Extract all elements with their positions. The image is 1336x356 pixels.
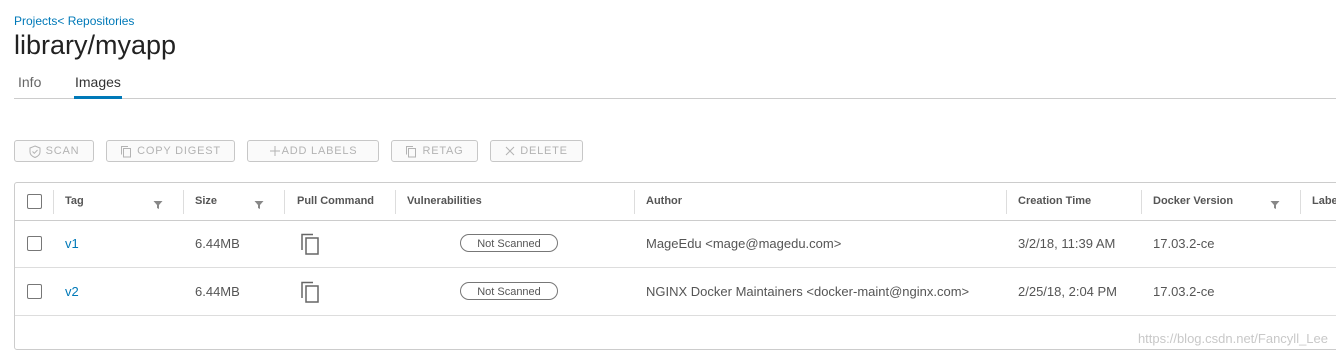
vulnerability-status-badge: Not Scanned	[460, 234, 558, 252]
column-divider	[284, 190, 285, 214]
tag-link[interactable]: v2	[65, 268, 79, 315]
column-divider	[183, 190, 184, 214]
column-divider	[634, 190, 635, 214]
column-divider	[395, 190, 396, 214]
copy-digest-button-label: COPY DIGEST	[137, 145, 221, 157]
watermark-text: https://blog.csdn.net/Fancyll_Lee	[1137, 331, 1328, 346]
creation-time-value: 2/25/18, 2:04 PM	[1018, 284, 1118, 299]
size-value: 6.44MB	[195, 236, 240, 251]
close-icon	[505, 146, 515, 156]
column-divider	[1141, 190, 1142, 214]
images-datagrid: Tag Size Pull Command Vulnerabilities Au…	[14, 182, 1336, 350]
add-labels-button-label: ADD LABELS	[281, 145, 358, 157]
size-value: 6.44MB	[195, 284, 240, 299]
docker-version-value: 17.03.2-ce	[1153, 236, 1215, 251]
tab-info[interactable]: Info	[18, 74, 41, 96]
column-header-creation-time[interactable]: Creation Time	[1018, 183, 1091, 220]
row-checkbox[interactable]	[27, 236, 42, 251]
column-header-pull-command[interactable]: Pull Command	[297, 183, 374, 220]
creation-time-value: 3/2/18, 11:39 AM	[1018, 236, 1116, 251]
column-header-tag[interactable]: Tag	[65, 183, 84, 220]
column-header-size[interactable]: Size	[195, 183, 217, 220]
scan-button-label: SCAN	[45, 145, 80, 157]
column-header-author[interactable]: Author	[646, 183, 682, 220]
tab-bar: Info Images	[14, 70, 1336, 99]
filter-icon[interactable]	[153, 197, 163, 209]
vulnerability-status-badge: Not Scanned	[460, 282, 558, 300]
retag-button-label: RETAG	[422, 145, 464, 157]
filter-icon[interactable]	[254, 197, 264, 209]
copy-icon	[120, 145, 132, 158]
author-value: MageEdu <mage@magedu.com>	[646, 236, 842, 251]
add-labels-button[interactable]: ADD LABELS	[247, 140, 379, 162]
column-divider	[1006, 190, 1007, 214]
retag-button[interactable]: RETAG	[391, 140, 478, 162]
docker-version-value: 17.03.2-ce	[1153, 284, 1215, 299]
copy-digest-button[interactable]: COPY DIGEST	[106, 140, 235, 162]
column-divider	[53, 190, 54, 214]
breadcrumb-repositories-link[interactable]: Repositories	[64, 14, 135, 28]
tag-link[interactable]: v1	[65, 220, 79, 267]
scan-button[interactable]: SCAN	[14, 140, 94, 162]
tab-images[interactable]: Images	[74, 74, 122, 99]
datagrid-header: Tag Size Pull Command Vulnerabilities Au…	[15, 183, 1336, 221]
breadcrumb: Projects< Repositories	[14, 14, 134, 28]
delete-button[interactable]: DELETE	[490, 140, 583, 162]
filter-icon[interactable]	[1270, 197, 1280, 209]
clipboard-icon[interactable]	[300, 233, 320, 260]
select-all-checkbox[interactable]	[27, 194, 42, 209]
column-header-vulnerabilities[interactable]: Vulnerabilities	[407, 183, 482, 220]
plus-icon	[269, 145, 281, 157]
author-value: NGINX Docker Maintainers <docker-maint@n…	[646, 284, 970, 299]
page-title: library/myapp	[14, 30, 177, 60]
clipboard-icon[interactable]	[300, 281, 320, 308]
row-checkbox[interactable]	[27, 284, 42, 299]
breadcrumb-projects-link[interactable]: Projects	[14, 14, 57, 28]
shield-icon	[29, 144, 41, 158]
column-divider	[1300, 190, 1301, 214]
table-row: v1 6.44MB Not Scanned MageEdu <mage@mage…	[15, 220, 1336, 268]
table-row: v2 6.44MB Not Scanned NGINX Docker Maint…	[15, 268, 1336, 316]
column-header-docker-version[interactable]: Docker Version	[1153, 183, 1233, 220]
delete-button-label: DELETE	[520, 145, 568, 157]
copy-icon	[405, 145, 417, 158]
column-header-labels[interactable]: Labe	[1312, 183, 1336, 220]
